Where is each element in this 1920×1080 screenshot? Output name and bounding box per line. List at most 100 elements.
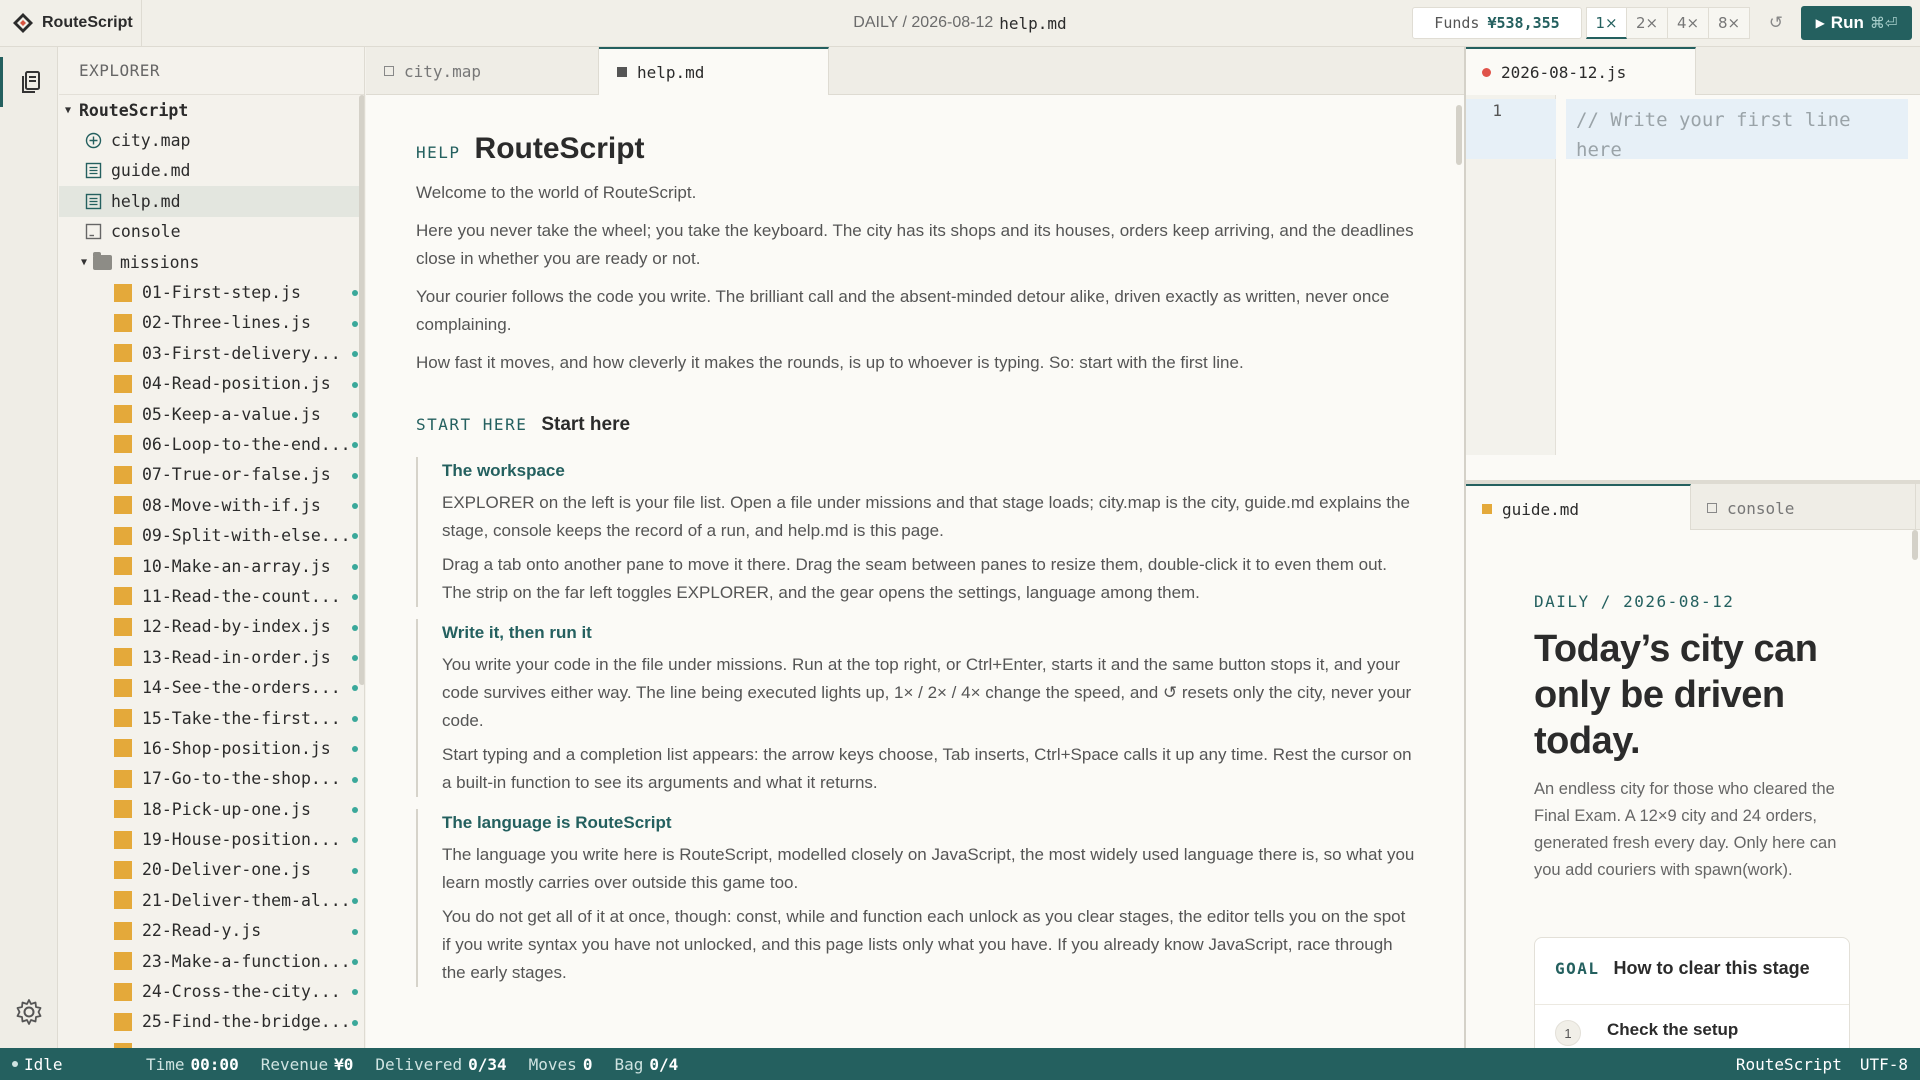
mission-item[interactable]: 23-Make-a-function... <box>59 946 364 976</box>
help-block-run: Write it, then run it You write your cod… <box>416 619 1416 797</box>
block-title: The workspace <box>442 461 565 480</box>
status-dot-icon <box>352 381 358 388</box>
mission-label: 14-See-the-orders... <box>142 678 341 698</box>
mission-item[interactable]: 12-Read-by-index.js <box>59 612 364 642</box>
mission-label: 20-Deliver-one.js <box>142 860 311 880</box>
help-scrollbar[interactable] <box>1456 105 1462 165</box>
file-label: guide.md <box>111 161 191 181</box>
status-dot-icon <box>352 624 358 631</box>
settings-button[interactable] <box>10 993 48 1031</box>
js-file-icon <box>114 678 132 697</box>
start-here-title: Start here <box>541 414 631 435</box>
mission-item[interactable]: 08-Move-with-if.js <box>59 490 364 520</box>
file-item[interactable]: console <box>59 217 364 247</box>
tab-console[interactable]: console <box>1691 484 1916 532</box>
explorer-panel: EXPLORER ▼ RouteScript city.map guide.md hel… <box>59 47 365 1048</box>
mission-item[interactable]: 11-Read-the-count... <box>59 581 364 611</box>
run-button[interactable]: ▶ Run ⌘⏎ <box>1801 6 1912 40</box>
speed-button-1[interactable]: 1× <box>1586 7 1627 39</box>
mission-item[interactable]: 25-Find-the-bridge... <box>59 1007 364 1037</box>
status-dot-icon <box>352 503 358 510</box>
moves-label: Moves <box>528 1054 577 1074</box>
mission-item[interactable]: 18-Pick-up-one.js <box>59 794 364 824</box>
goal-divider <box>1535 1004 1849 1005</box>
file-label: console <box>111 222 181 242</box>
guide-tab-bar: guide.md console <box>1466 484 1920 532</box>
help-block-workspace: The workspace EXPLORER on the left is yo… <box>416 457 1416 607</box>
js-file-icon <box>114 405 132 424</box>
line-gutter: 1 <box>1466 95 1556 455</box>
status-dot-icon <box>352 867 358 874</box>
mission-label: 17-Go-to-the-shop... <box>142 769 341 789</box>
tree-folder-missions[interactable]: ▼ missions <box>59 247 364 277</box>
file-label: help.md <box>111 191 181 211</box>
file-item[interactable]: help.md <box>59 186 364 217</box>
document-file: help.md <box>999 13 1067 33</box>
js-file-icon <box>114 952 132 971</box>
run-state: Idle <box>12 1055 124 1074</box>
status-revenue: Revenue ¥0 <box>261 1055 354 1074</box>
mission-item[interactable]: 19-House-position... <box>59 824 364 854</box>
time-label: Time <box>146 1054 185 1074</box>
map-icon <box>85 132 102 149</box>
delivered-value: 0/34 <box>468 1054 507 1074</box>
speed-button-2[interactable]: 2× <box>1627 7 1668 39</box>
moves-value: 0 <box>582 1054 593 1074</box>
goal-card: GOAL How to clear this stage 1 Check the… <box>1534 937 1850 1048</box>
reset-icon: ↺ <box>1768 13 1784 33</box>
tab-guide-md[interactable]: guide.md <box>1466 484 1691 532</box>
mission-item[interactable]: 22-Read-y.js <box>59 916 364 946</box>
tab-city-map[interactable]: city.map <box>366 47 599 95</box>
guide-tab-icon <box>1482 504 1492 514</box>
status-dot-icon <box>352 655 358 662</box>
help-heading: HELP RouteScript <box>416 134 1416 167</box>
file-item[interactable]: guide.md <box>59 156 364 186</box>
mission-item[interactable]: 06-Loop-to-the-end... <box>59 429 364 459</box>
explorer-scrollbar[interactable] <box>359 95 364 685</box>
tree-root[interactable]: ▼ RouteScript <box>59 95 364 125</box>
mission-item[interactable]: 03-First-delivery... <box>59 338 364 368</box>
mission-item[interactable]: 17-Go-to-the-shop... <box>59 764 364 794</box>
mission-item[interactable]: 10-Make-an-array.js <box>59 551 364 581</box>
document-icon <box>85 193 102 210</box>
mission-label: 25-Find-the-bridge... <box>142 1012 351 1032</box>
mission-item[interactable]: 13-Read-in-order.js <box>59 642 364 672</box>
tab-code-file[interactable]: 2026-08-12.js <box>1466 47 1696 95</box>
mission-item-partial[interactable] <box>59 1037 364 1048</box>
block-paragraph: Start typing and a completion list appea… <box>442 745 1412 792</box>
reset-city-button[interactable]: ↺ <box>1756 7 1796 39</box>
mission-item[interactable]: 04-Read-position.js <box>59 369 364 399</box>
brand: RouteScript <box>0 0 142 46</box>
folder-label: missions <box>120 252 200 272</box>
speed-button-3[interactable]: 4× <box>1668 7 1709 39</box>
mission-item[interactable]: 20-Deliver-one.js <box>59 855 364 885</box>
mission-item[interactable]: 24-Cross-the-city... <box>59 976 364 1006</box>
status-dot-icon <box>352 837 358 844</box>
block-paragraph: You do not get all of it at once, though… <box>442 907 1406 982</box>
speed-button-4[interactable]: 8× <box>1709 7 1750 39</box>
code-input[interactable]: // Write your first line here <box>1566 99 1908 161</box>
mission-item[interactable]: 02-Three-lines.js <box>59 308 364 338</box>
mission-item[interactable]: 07-True-or-false.js <box>59 460 364 490</box>
mission-label: 01-First-step.js <box>142 283 301 303</box>
mission-item[interactable]: 21-Deliver-them-al... <box>59 885 364 915</box>
file-item[interactable]: city.map <box>59 125 364 155</box>
mission-item[interactable]: 01-First-step.js <box>59 277 364 307</box>
tab-help-md[interactable]: help.md <box>599 47 829 95</box>
revenue-label: Revenue <box>260 1054 329 1074</box>
mission-item[interactable]: 15-Take-the-first... <box>59 703 364 733</box>
routescript-logo-icon <box>13 13 33 33</box>
mission-item[interactable]: 16-Shop-position.js <box>59 733 364 763</box>
run-state-label: Idle <box>24 1054 63 1074</box>
mission-label: 24-Cross-the-city... <box>142 982 341 1002</box>
guide-scrollbar[interactable] <box>1912 530 1918 560</box>
mission-item[interactable]: 09-Split-with-else... <box>59 520 364 550</box>
code-editor[interactable]: 1 // Write your first line here <box>1466 95 1920 481</box>
js-file-icon <box>114 557 132 576</box>
mission-item[interactable]: 14-See-the-orders... <box>59 672 364 702</box>
file-encoding[interactable]: UTF-8 <box>1860 1055 1908 1074</box>
mission-item[interactable]: 05-Keep-a-value.js <box>59 399 364 429</box>
language-mode[interactable]: RouteScript <box>1736 1055 1842 1074</box>
mission-label: 04-Read-position.js <box>142 374 331 394</box>
explorer-toggle[interactable] <box>0 57 58 107</box>
